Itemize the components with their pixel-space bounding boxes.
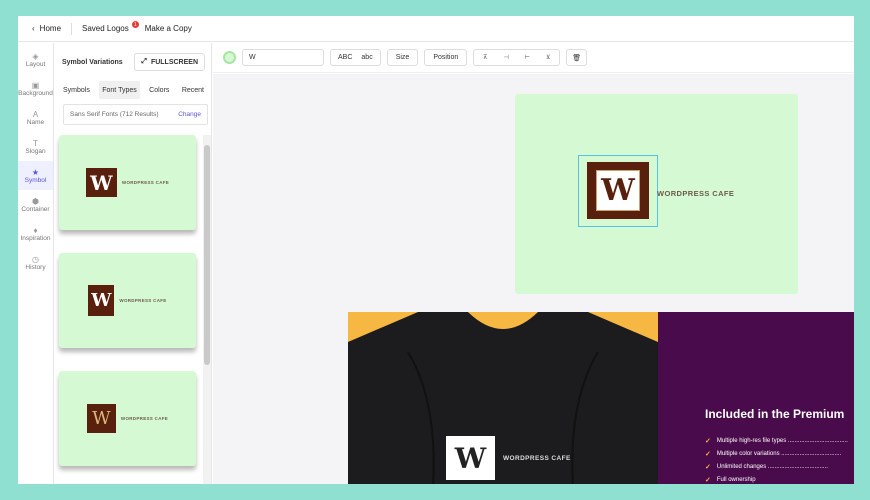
filter-text: Sans Serif Fonts (712 Results) (70, 111, 159, 118)
logo-symbol: W (86, 404, 116, 433)
top-bar: ‹ Home Saved Logos 1 Make a Copy (18, 16, 854, 42)
chevron-left-icon: ‹ (32, 24, 35, 33)
nav-item-symbol[interactable]: ★ Symbol (18, 161, 53, 190)
list-item: ✓ Multiple color variations ............… (705, 450, 842, 458)
app-window: ‹ Home Saved Logos 1 Make a Copy ◈ Layou… (18, 16, 854, 484)
tab-font-types[interactable]: Font Types (99, 81, 140, 99)
delete-button[interactable]: 🗑 (566, 49, 588, 66)
logo-symbol[interactable]: W (587, 162, 649, 219)
color-swatch[interactable] (223, 51, 236, 64)
align-left-icon[interactable]: ⊣ (497, 54, 515, 61)
logo-preview: W WORDPRESS CAFE (515, 94, 798, 294)
check-icon: ✓ (705, 450, 711, 458)
change-link[interactable]: Change (178, 111, 201, 118)
nav-item-container[interactable]: ⬢ Container (18, 190, 53, 219)
tab-symbols[interactable]: Symbols (60, 81, 93, 99)
logo-symbol-inner: W (596, 170, 640, 211)
panel-title: Symbol Variations (62, 58, 123, 66)
text-t-icon: T (33, 138, 38, 148)
uppercase-button[interactable]: ABC (335, 54, 355, 61)
expand-icon: ⤢ (141, 58, 147, 65)
variation-card[interactable]: W WORDPRESS CAFE (59, 135, 196, 230)
list-item: ✓ Multiple high-res file types .........… (705, 437, 848, 445)
premium-title: Included in the Premium (705, 407, 845, 421)
lowercase-button[interactable]: abc (358, 54, 375, 61)
tshirt-mockup: W WORDPRESS CAFE (348, 312, 658, 484)
logo-symbol: W (88, 285, 115, 316)
logo-name: WORDPRESS CAFE (119, 298, 167, 303)
symbol-text-input[interactable] (242, 49, 324, 66)
size-button[interactable]: Size (386, 49, 419, 66)
alignment-group: ⊼ ⊣ ⊢ ⊻ (473, 49, 561, 66)
panel-header: Symbol Variations ⤢ FULLSCREEN (55, 51, 212, 73)
premium-panel: Included in the Premium ✓ Multiple high-… (658, 312, 854, 484)
panel-tabs: Symbols Font Types Colors Recent (55, 81, 212, 99)
align-top-icon[interactable]: ⊼ (476, 54, 494, 61)
tab-recent[interactable]: Recent (179, 81, 207, 99)
variation-list: W WORDPRESS CAFE W WORDPRESS CAFE W WORD… (55, 135, 203, 484)
mockup-logo-symbol: W (446, 436, 495, 480)
case-toggle: ABC abc (330, 49, 381, 66)
nav-item-background[interactable]: ▣ Background (18, 74, 53, 103)
editor-canvas: W WORDPRESS CAFE W WORDPRESS CAFE Includ… (213, 74, 854, 484)
saved-logos-badge: 1 (131, 21, 139, 28)
variation-card[interactable]: W WORDPRESS CAFE (59, 253, 196, 348)
left-nav: ◈ Layout ▣ Background A Name T Slogan ★ … (18, 43, 54, 484)
panel-scrollbar[interactable] (203, 135, 211, 484)
history-icon: ◷ (32, 254, 39, 264)
logo-symbol: W (85, 168, 117, 197)
nav-item-layout[interactable]: ◈ Layout (18, 45, 53, 74)
align-right-icon[interactable]: ⊢ (518, 54, 536, 61)
check-icon: ✓ (705, 463, 711, 471)
variation-card[interactable]: W WORDPRESS CAFE (59, 371, 196, 466)
divider (71, 22, 73, 35)
home-link[interactable]: ‹ Home (26, 16, 67, 41)
logo-name: WORDPRESS CAFE (120, 416, 169, 421)
logo-name: WORDPRESS CAFE (121, 180, 170, 185)
nav-item-inspiration[interactable]: ♦ Inspiration (18, 219, 53, 248)
nav-item-history[interactable]: ◷ History (18, 248, 53, 277)
tab-colors[interactable]: Colors (146, 81, 172, 99)
editor-toolbar: ABC abc Size Position ⊼ ⊣ ⊢ ⊻ 🗑 (213, 43, 854, 73)
text-a-icon: A (32, 109, 39, 119)
logo-name[interactable]: WORDPRESS CAFE (657, 189, 734, 198)
premium-list: ✓ Multiple high-res file types .........… (705, 434, 854, 484)
trash-icon: 🗑 (572, 54, 582, 62)
symbol-panel: Symbol Variations ⤢ FULLSCREEN Symbols F… (55, 43, 212, 484)
font-filter: Sans Serif Fonts (712 Results) Change (63, 104, 208, 125)
nav-item-slogan[interactable]: T Slogan (18, 132, 53, 161)
position-button[interactable]: Position (424, 49, 468, 66)
background-icon: ▣ (31, 80, 40, 90)
list-item: ✓ Full ownership (705, 476, 756, 484)
bulb-icon: ♦ (33, 225, 38, 235)
fullscreen-button[interactable]: ⤢ FULLSCREEN (134, 53, 205, 71)
check-icon: ✓ (705, 476, 711, 484)
scrollbar-thumb[interactable] (204, 145, 210, 365)
mockup-logo-name: WORDPRESS CAFE (503, 455, 571, 462)
align-bottom-icon[interactable]: ⊻ (539, 54, 557, 61)
check-icon: ✓ (705, 437, 711, 445)
container-icon: ⬢ (32, 196, 39, 206)
layers-icon: ◈ (32, 51, 39, 61)
star-icon: ★ (31, 167, 40, 177)
nav-item-name[interactable]: A Name (18, 103, 53, 132)
saved-logos-link[interactable]: Saved Logos 1 (76, 16, 139, 41)
list-item: ✓ Unlimited changes ....................… (705, 463, 828, 471)
make-copy-link[interactable]: Make a Copy (139, 16, 198, 41)
